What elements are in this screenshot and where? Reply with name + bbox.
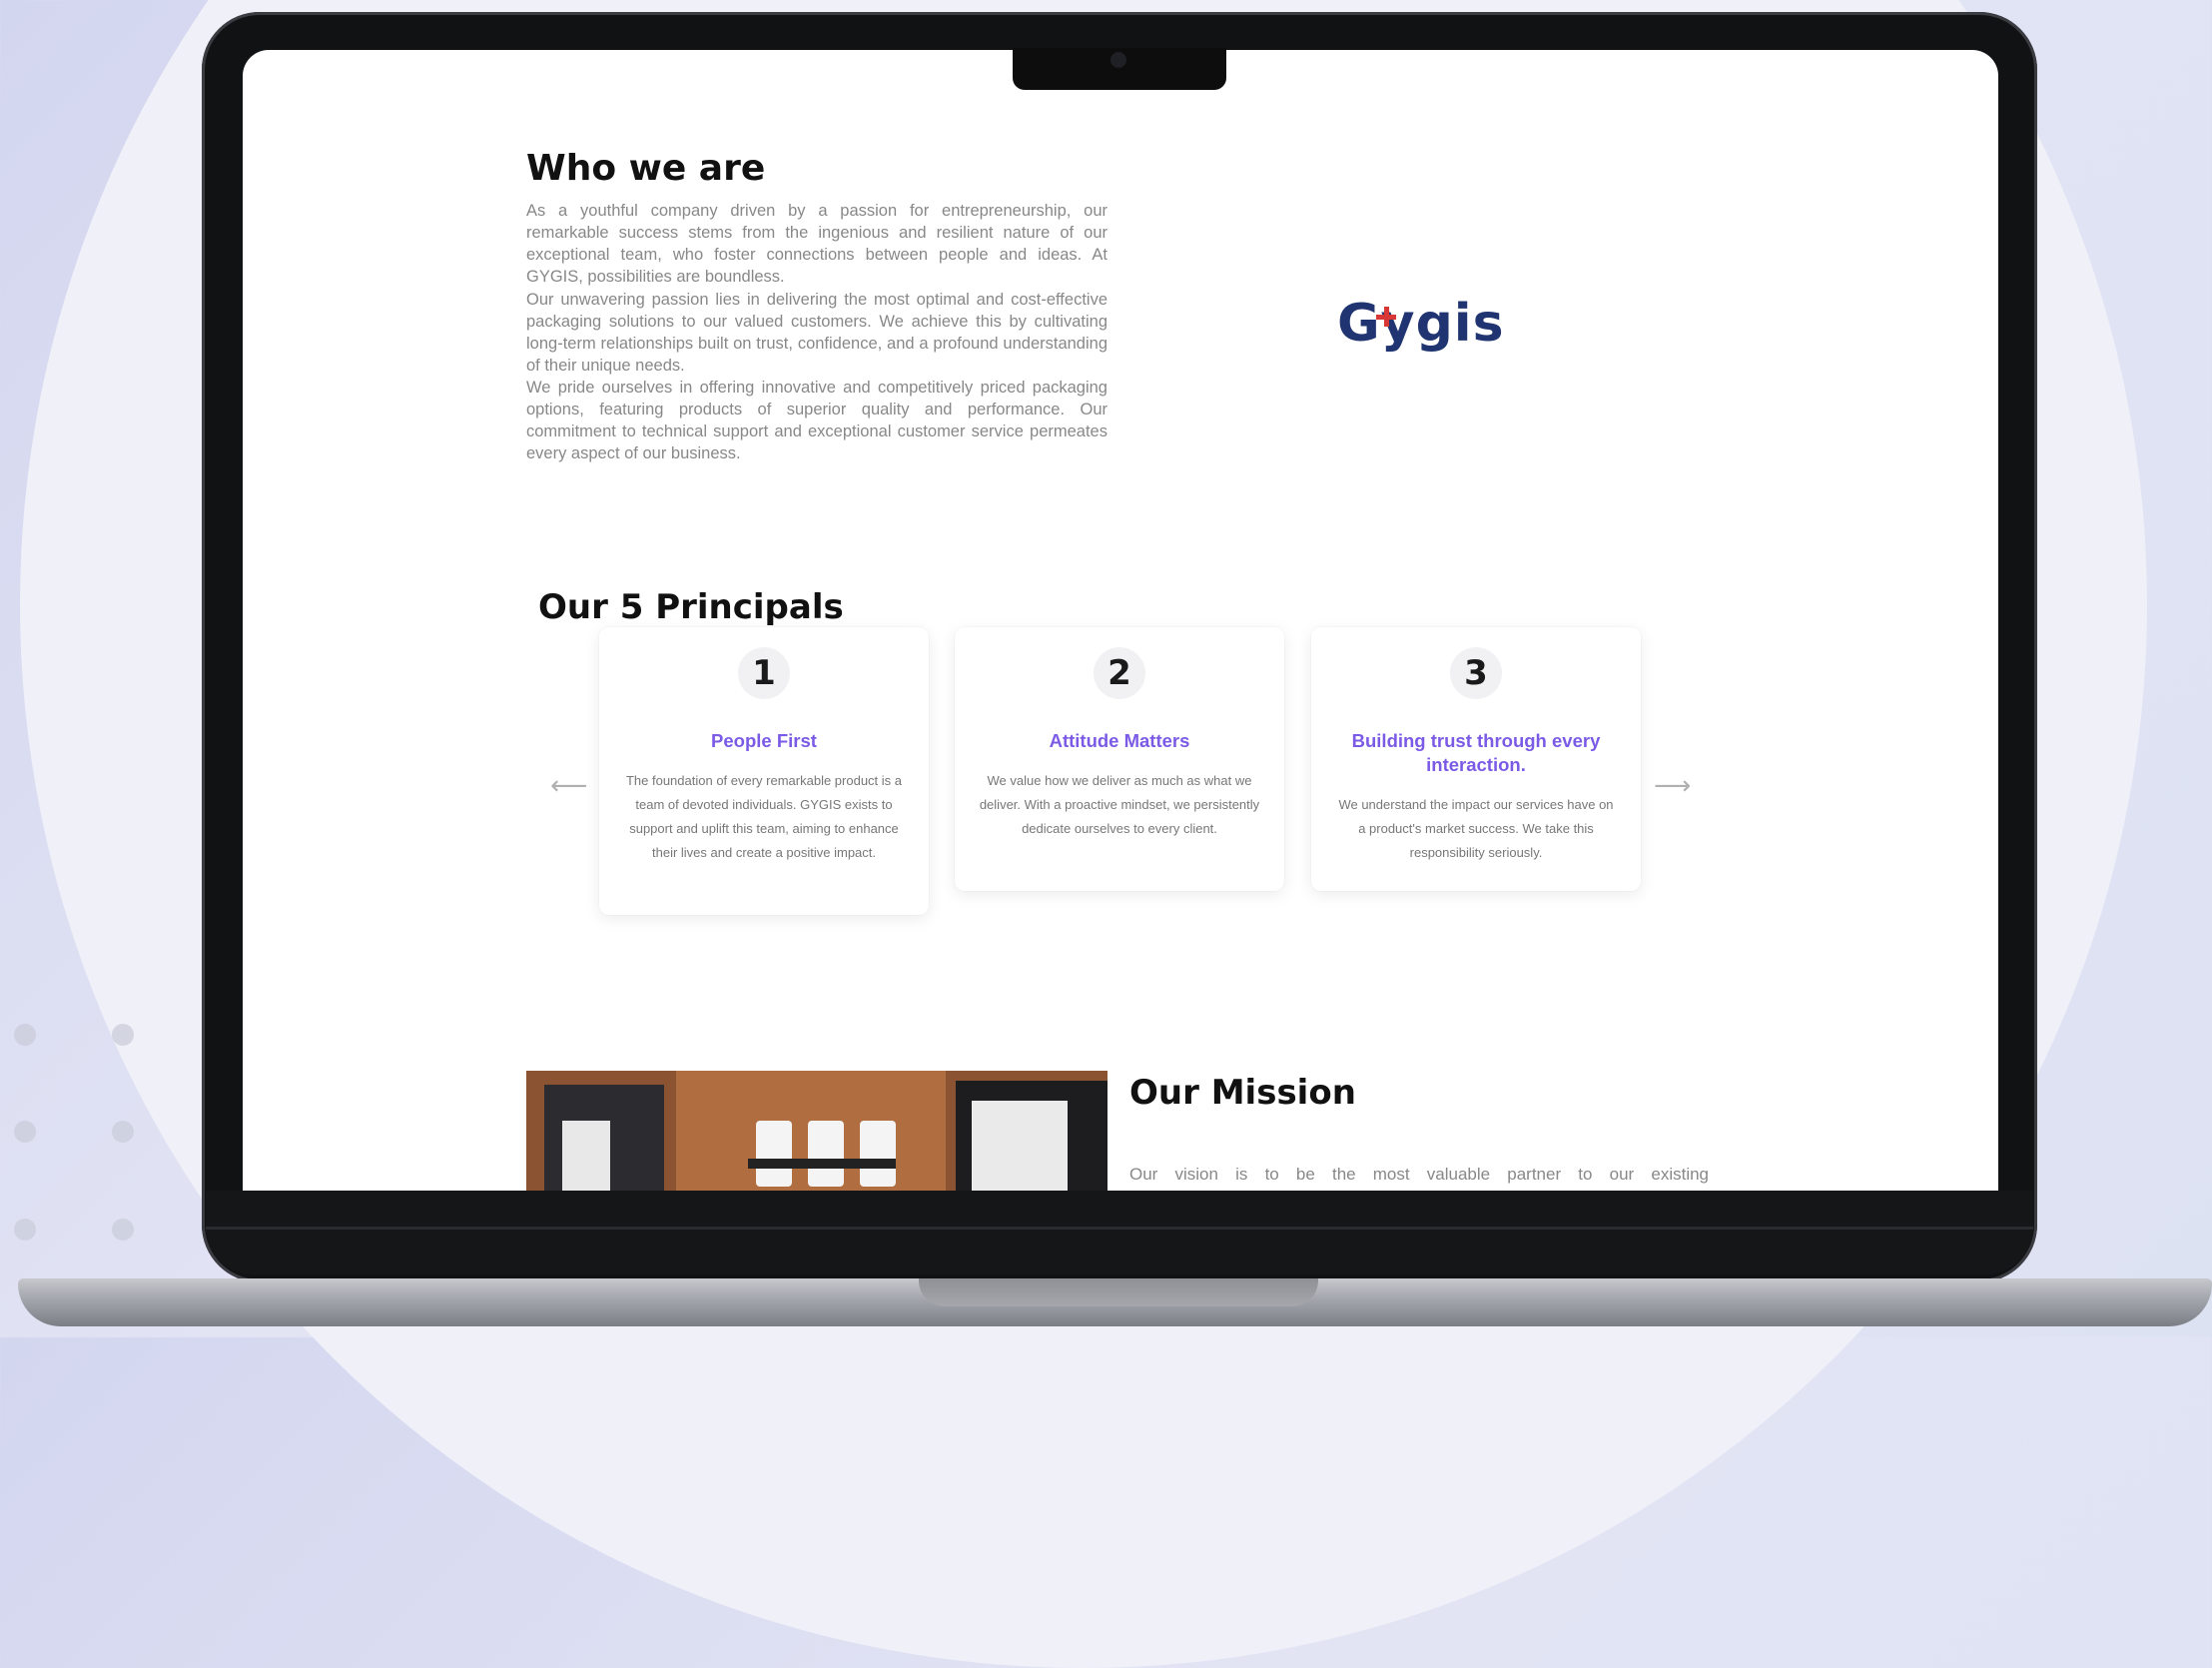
decorative-dot xyxy=(14,1121,36,1143)
principal-title: Building trust through every interaction… xyxy=(1351,730,1601,775)
who-we-are-paragraph: As a youthful company driven by a passio… xyxy=(526,202,1107,286)
principal-title: People First xyxy=(711,730,817,751)
laptop-screen: Who we are As a youthful company driven … xyxy=(243,50,1998,1191)
arrow-left-icon[interactable]: ⟵ xyxy=(550,771,587,801)
mission-image-lamp xyxy=(808,1121,844,1187)
mission-text: Our vision is to be the most valuable pa… xyxy=(1129,1165,1709,1184)
principal-number: 3 xyxy=(1450,647,1502,699)
mission-image-lamp xyxy=(756,1121,792,1187)
principal-card: 2 Attitude Matters We value how we deliv… xyxy=(955,627,1284,891)
principals-heading: Our 5 Principals xyxy=(538,587,844,627)
principal-card: 3 Building trust through every interacti… xyxy=(1311,627,1641,891)
mission-heading: Our Mission xyxy=(1129,1073,1356,1113)
principal-card: 1 People First The foundation of every r… xyxy=(599,627,929,915)
arrow-right-icon[interactable]: ⟶ xyxy=(1654,771,1691,801)
principal-number: 2 xyxy=(1094,647,1145,699)
principal-description: We understand the impact our services ha… xyxy=(1338,797,1614,860)
who-we-are-paragraph: Our unwavering passion lies in deliverin… xyxy=(526,291,1107,375)
decorative-dot xyxy=(112,1024,134,1046)
decorative-dot xyxy=(14,1024,36,1046)
who-we-are-paragraph: We pride ourselves in offering innovativ… xyxy=(526,379,1107,462)
camera-icon xyxy=(1110,52,1126,68)
mission-image-window xyxy=(972,1101,1068,1191)
who-we-are-heading: Who we are xyxy=(526,148,766,189)
laptop-chin xyxy=(206,1191,2033,1274)
logo-plus-icon xyxy=(1376,307,1396,327)
gygis-logo: Gygis xyxy=(1337,294,1505,354)
decorative-dot xyxy=(14,1219,36,1241)
principal-number: 1 xyxy=(738,647,790,699)
mission-image xyxy=(526,1071,1107,1191)
laptop-base-notch xyxy=(919,1278,1318,1306)
decorative-dot xyxy=(112,1219,134,1241)
mission-image-fixture xyxy=(748,1159,896,1169)
principal-description: The foundation of every remarkable produ… xyxy=(625,773,903,860)
laptop-hinge-line xyxy=(206,1227,2033,1230)
mission-image-window xyxy=(562,1121,610,1191)
decorative-dot xyxy=(112,1121,134,1143)
mission-image-lamp xyxy=(860,1121,896,1187)
principal-description: We value how we deliver as much as what … xyxy=(979,773,1260,836)
principal-title: Attitude Matters xyxy=(1049,730,1190,751)
